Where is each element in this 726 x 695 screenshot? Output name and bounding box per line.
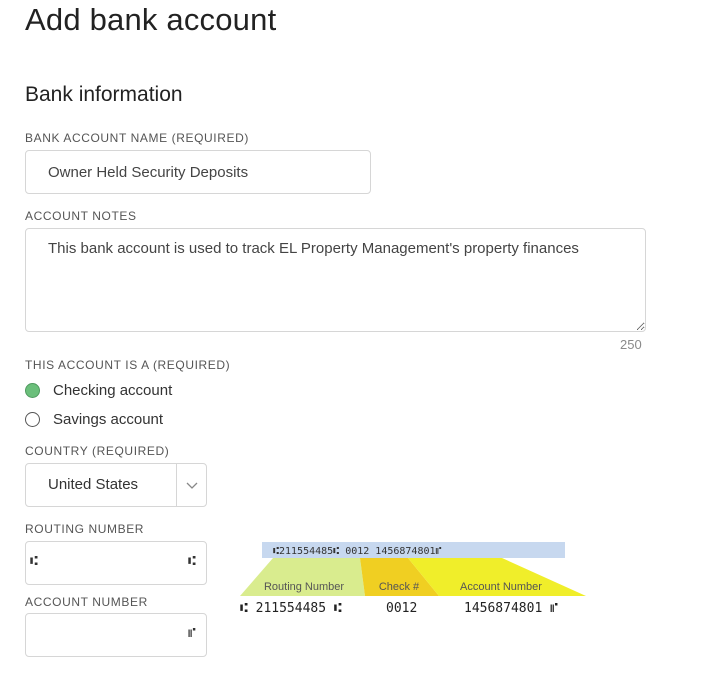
account-notes-textarea[interactable]: This bank account is used to track EL Pr…	[25, 228, 646, 332]
account-number-input[interactable]	[25, 613, 207, 657]
radio-checking[interactable]: Checking account	[25, 382, 172, 399]
account-notes-label: ACCOUNT NOTES	[25, 209, 137, 223]
routing-number-label: ROUTING NUMBER	[25, 522, 145, 536]
check-diagram-top-line: ⑆211554485⑆ 0012 1456874801⑈	[273, 546, 442, 557]
account-name-input[interactable]	[25, 150, 371, 194]
routing-band-label: Routing Number	[264, 581, 344, 593]
routing-micr-value: ⑆ 211554485 ⑆	[240, 601, 342, 616]
check-diagram: ⑆211554485⑆ 0012 1456874801⑈ Routing Num…	[240, 541, 586, 619]
routing-number-input[interactable]	[25, 541, 207, 585]
check-band-label: Check #	[379, 581, 420, 593]
radio-checking-dot[interactable]	[25, 383, 40, 398]
account-suffix-icon: ⑈	[188, 626, 196, 641]
country-select[interactable]: United States	[25, 463, 207, 507]
country-select-value: United States	[48, 476, 139, 493]
radio-savings-dot[interactable]	[25, 412, 40, 427]
check-micr-value: 0012	[386, 601, 417, 616]
char-counter: 250	[620, 337, 642, 352]
routing-suffix-icon: ⑆	[188, 554, 196, 569]
chevron-down-icon	[186, 482, 198, 489]
account-type-label: THIS ACCOUNT IS A (REQUIRED)	[25, 358, 231, 372]
account-number-label: ACCOUNT NUMBER	[25, 595, 148, 609]
account-name-label: BANK ACCOUNT NAME (REQUIRED)	[25, 131, 249, 145]
page-title: Add bank account	[25, 2, 277, 37]
section-title: Bank information	[25, 83, 183, 106]
account-micr-value: 1456874801 ⑈	[464, 601, 558, 616]
account-band-label: Account Number	[460, 581, 542, 593]
radio-checking-label: Checking account	[53, 382, 173, 399]
radio-savings-label: Savings account	[53, 411, 164, 428]
routing-prefix-icon: ⑆	[30, 554, 38, 569]
select-divider	[176, 464, 177, 506]
radio-savings[interactable]: Savings account	[25, 411, 163, 428]
country-label: COUNTRY (REQUIRED)	[25, 444, 170, 458]
